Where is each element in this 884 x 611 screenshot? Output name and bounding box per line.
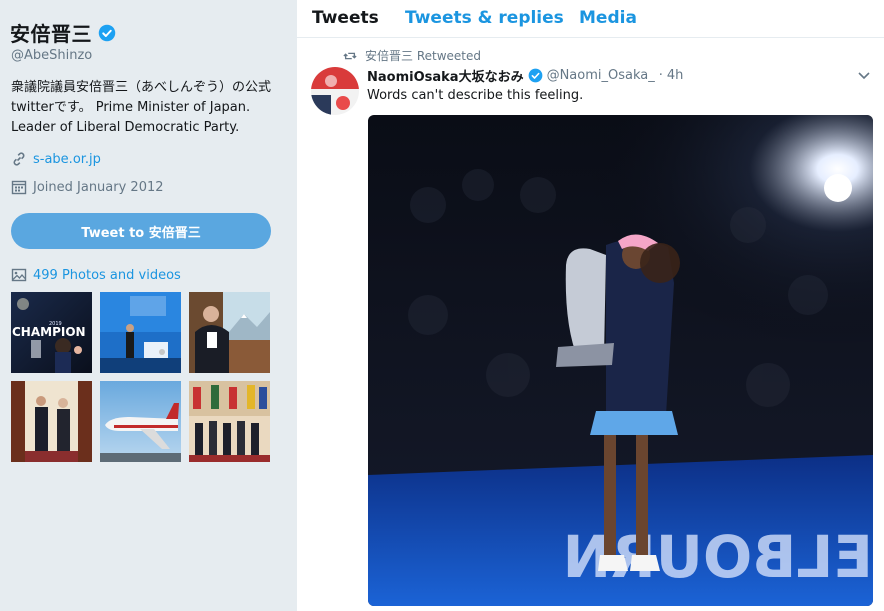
- author-avatar[interactable]: [311, 67, 359, 115]
- tab-tweets[interactable]: Tweets: [312, 8, 379, 28]
- verified-badge-icon: [98, 24, 116, 41]
- tweet-header: NaomiOsaka大坂なおみ @Naomi_Osaka_ · 4h: [367, 66, 683, 85]
- photos-videos-link[interactable]: 499 Photos and videos: [11, 267, 181, 283]
- profile-website-row[interactable]: s-abe.or.jp: [11, 151, 101, 167]
- photo-thumb-flags[interactable]: [189, 381, 270, 462]
- tweet-text: Words can't describe this feeling.: [367, 88, 584, 103]
- photo-thumb-plane[interactable]: [100, 381, 181, 462]
- retweet-label[interactable]: 安倍晋三 Retweeted: [365, 47, 481, 64]
- retweet-icon: [343, 52, 357, 59]
- flags-photo: [189, 381, 270, 462]
- link-icon: [13, 152, 25, 166]
- profile-website-link[interactable]: s-abe.or.jp: [33, 152, 101, 167]
- image-icon: [11, 268, 27, 282]
- retweet-context: 安倍晋三 Retweeted: [343, 47, 481, 64]
- photo-grid: 2019 CHAMPION: [11, 292, 271, 462]
- profile-handle[interactable]: @AbeShinzo: [11, 48, 92, 63]
- tweet-author-handle[interactable]: @Naomi_Osaka_: [547, 68, 655, 83]
- profile-joined-row: Joined January 2012: [11, 179, 164, 195]
- tweet-dot: ·: [658, 68, 663, 83]
- calendar-icon: [11, 180, 27, 195]
- tweet-to-button[interactable]: Tweet to 安倍晋三: [11, 213, 271, 249]
- photos-videos-label[interactable]: 499 Photos and videos: [33, 268, 181, 283]
- tab-tweets-replies[interactable]: Tweets & replies: [405, 8, 564, 28]
- champion-photo: 2019 CHAMPION: [11, 292, 92, 373]
- mountains-photo: [189, 292, 270, 373]
- forum-photo: [100, 292, 181, 373]
- profile-joined-date: Joined January 2012: [33, 179, 164, 195]
- profile-sidebar: 安倍晋三 @AbeShinzo 衆議院議員安倍晋三（あべしんぞう）の公式twit…: [0, 0, 297, 611]
- profile-name[interactable]: 安倍晋三: [10, 18, 92, 47]
- photo-thumb-mountains[interactable]: [189, 292, 270, 373]
- tab-media[interactable]: Media: [579, 8, 637, 28]
- profile-name-row: 安倍晋三: [10, 18, 116, 47]
- photo-thumb-forum[interactable]: [100, 292, 181, 373]
- tweet-media-photo[interactable]: ELBOURN: [368, 115, 873, 606]
- airplane-photo: [100, 381, 181, 462]
- photo-thumb-walk[interactable]: [11, 381, 92, 462]
- tweet-author-name[interactable]: NaomiOsaka大坂なおみ: [367, 66, 524, 85]
- thumb-champion-text: CHAMPION: [12, 325, 86, 339]
- tennis-trophy-photo: ELBOURN: [368, 115, 873, 606]
- tweet-timestamp[interactable]: 4h: [667, 68, 684, 83]
- profile-tabs: Tweets Tweets & replies Media: [297, 0, 884, 38]
- photo-thumb-champion[interactable]: 2019 CHAMPION: [11, 292, 92, 373]
- walking-photo: [11, 381, 92, 462]
- profile-bio: 衆議院議員安倍晋三（あべしんぞう）の公式twitterです。 Prime Min…: [11, 80, 272, 135]
- verified-badge-icon: [528, 68, 542, 83]
- avatar-image: [311, 67, 359, 115]
- chevron-down-icon[interactable]: [858, 72, 870, 80]
- timeline-column: Tweets Tweets & replies Media 安倍晋三 Retwe…: [297, 0, 884, 611]
